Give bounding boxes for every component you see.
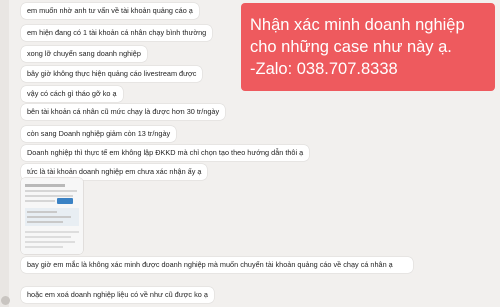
message-bubble: em hiện đang có 1 tài khoản cá nhân chạy…: [21, 25, 213, 41]
message-bubble: vậy có cách gì tháo gỡ ko ạ: [21, 86, 123, 102]
promo-line-3: -Zalo: 038.707.8338: [250, 60, 398, 78]
message-bubble: em muốn nhờ anh tư vấn về tài khoản quản…: [21, 3, 199, 19]
attached-screenshot-image[interactable]: [21, 178, 83, 254]
message-bubble: Doanh nghiệp thì thực tế em không lập ĐK…: [21, 145, 310, 161]
promo-line-2: cho những case như này ạ.: [250, 38, 452, 56]
avatar-icon: [1, 296, 10, 305]
message-bubble: xong lỡ chuyển sang doanh nghiệp: [21, 46, 147, 62]
promo-overlay: Nhận xác minh doanh nghiệp cho những cas…: [241, 3, 495, 91]
message-bubble: bên tài khoản cá nhân cũ mức chạy là đượ…: [21, 104, 226, 120]
message-bubble: bây giờ không thực hiện quảng cáo livest…: [21, 66, 203, 82]
promo-line-1: Nhận xác minh doanh nghiệp: [250, 16, 465, 34]
message-bubble: còn sang Doanh nghiệp giảm còn 13 tr/ngà…: [21, 126, 177, 142]
message-bubble: bay giờ em mắc là không xác minh được do…: [21, 257, 413, 273]
side-bar: [0, 0, 9, 307]
message-bubble: hoặc em xoá doanh nghiệp liệu có về như …: [21, 287, 214, 303]
